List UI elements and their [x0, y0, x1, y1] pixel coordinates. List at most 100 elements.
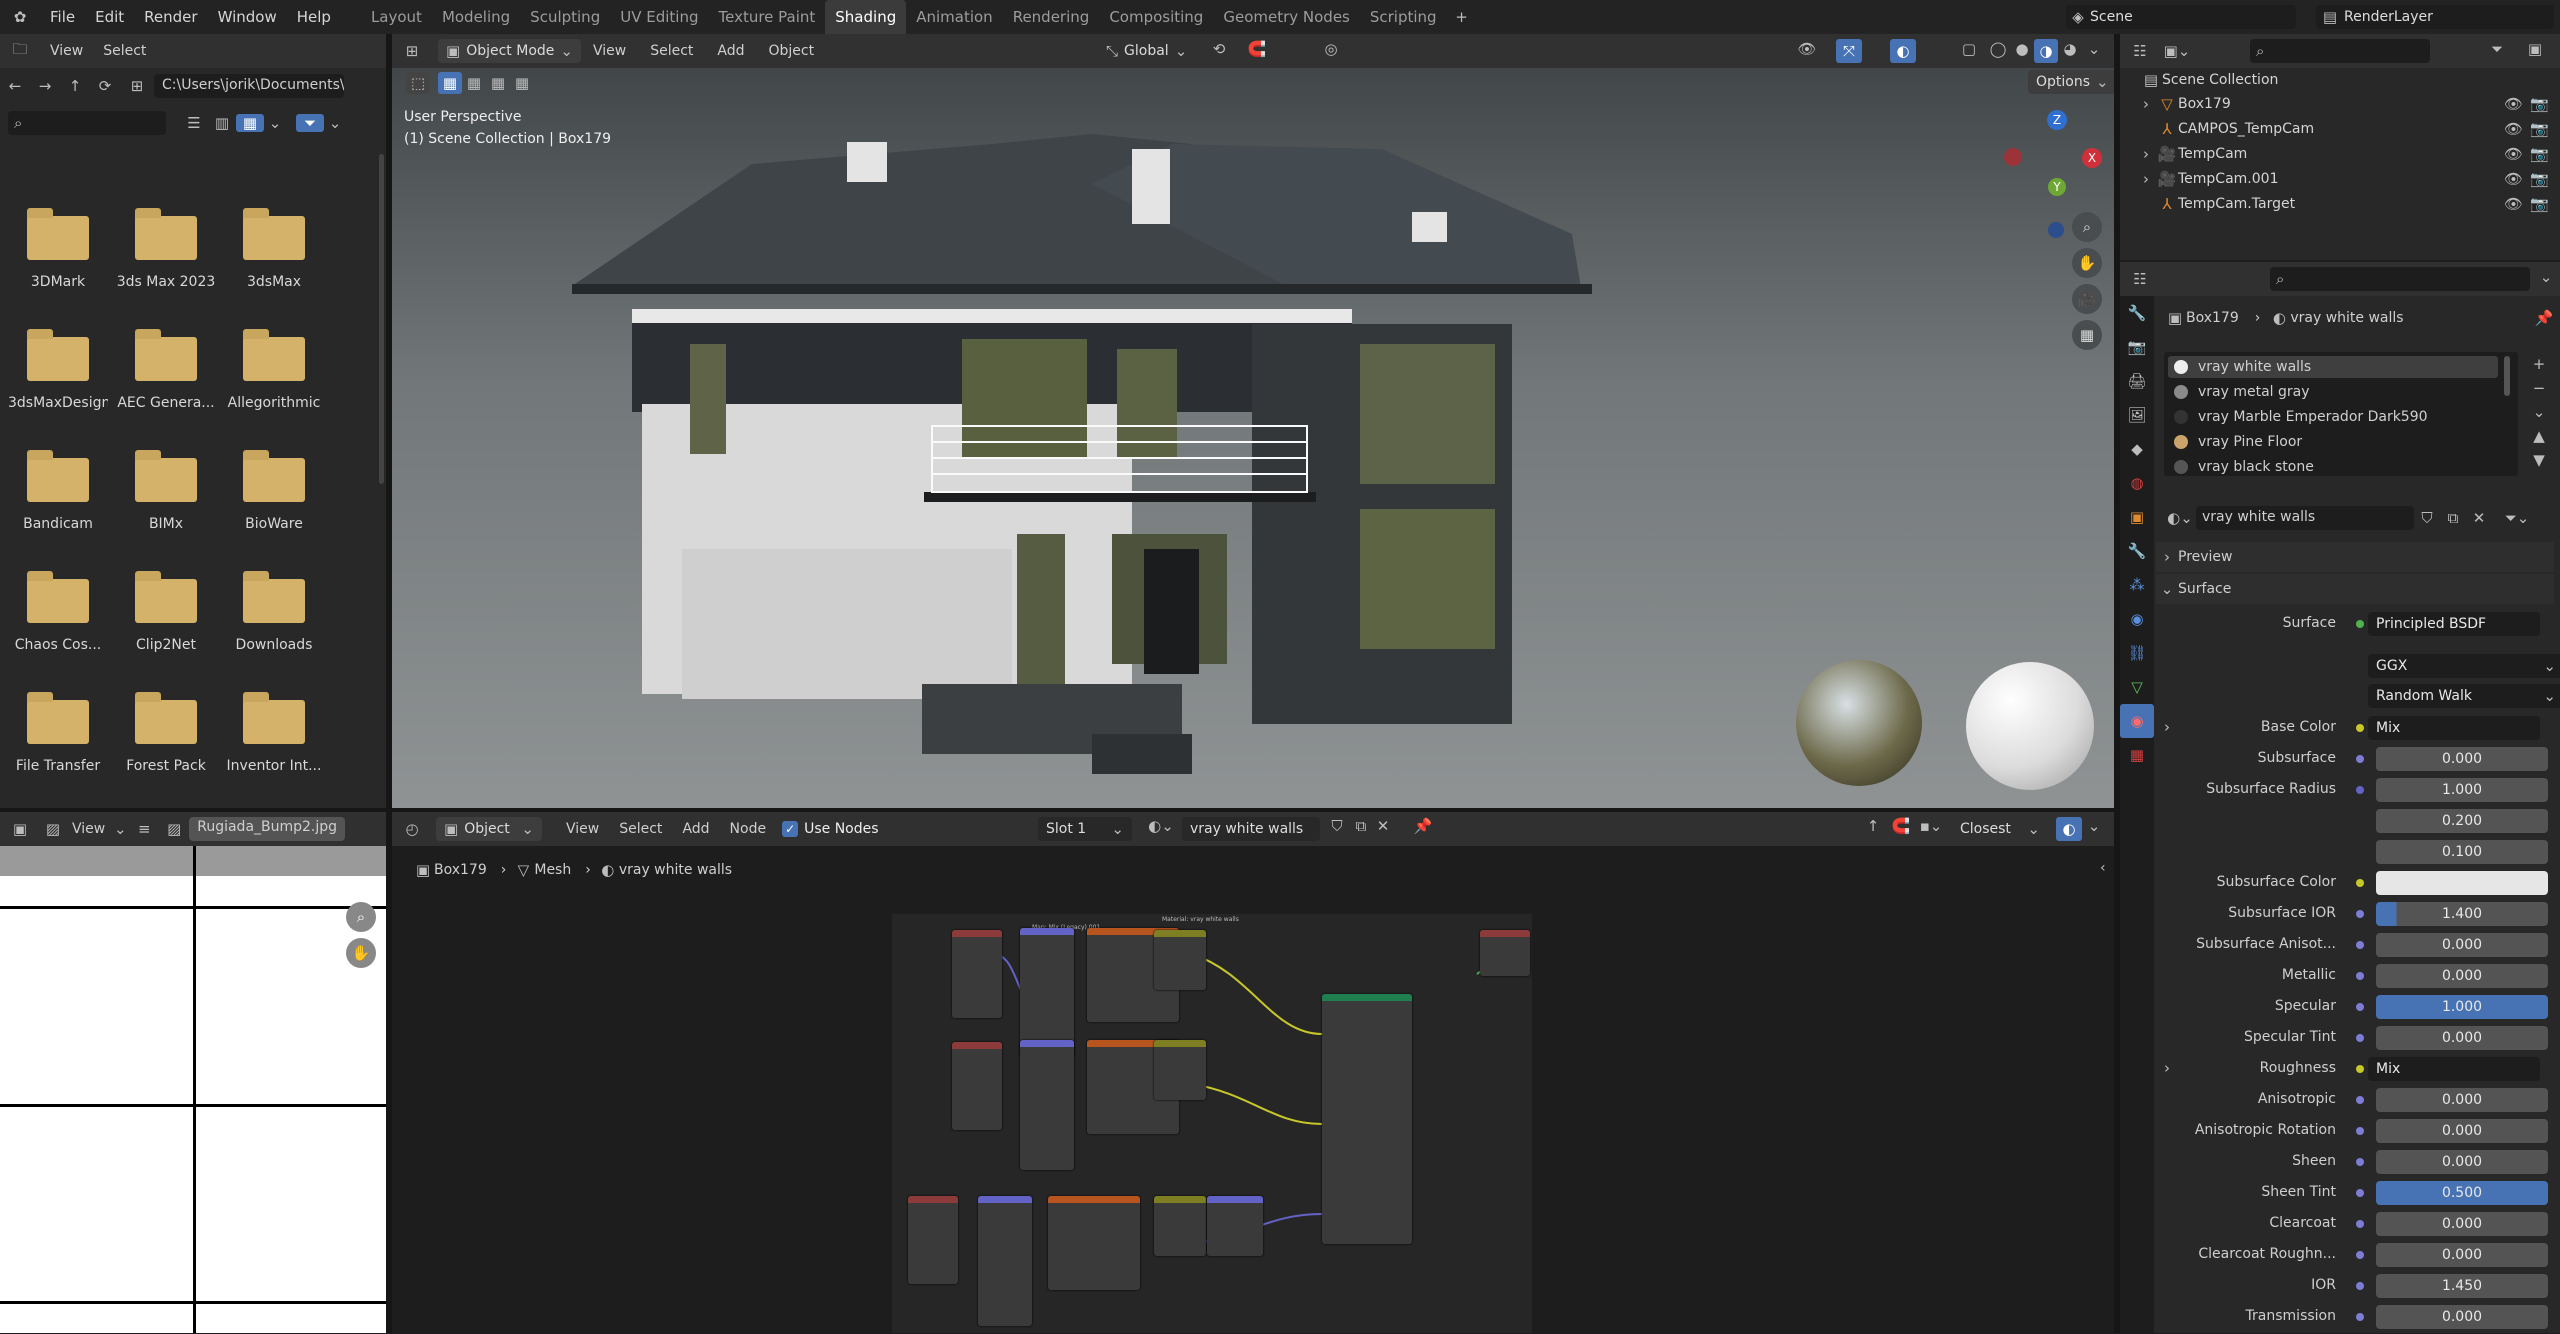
render-camera-icon[interactable]: 📷 — [2530, 120, 2549, 138]
slot-specials-icon[interactable]: ⌄ — [2524, 400, 2554, 424]
folder-item[interactable]: Clip2Net — [116, 571, 216, 653]
use-nodes-checkbox[interactable]: ✓ — [782, 821, 799, 837]
folder-item[interactable]: 3ds Max 2023 — [116, 208, 216, 290]
outliner-item[interactable]: › 🎥 TempCam.001 👁 📷 — [2120, 167, 2560, 191]
bsdf-field-value[interactable]: 1.000 — [2376, 995, 2548, 1019]
node-sidebar-toggle-icon[interactable]: ‹ — [2100, 860, 2106, 876]
bump-node[interactable] — [1207, 1196, 1263, 1256]
tab-geometry-nodes[interactable]: Geometry Nodes — [1213, 0, 1360, 34]
slot-list-scrollbar[interactable] — [2504, 356, 2510, 396]
folder-item[interactable]: 3dsMax — [224, 208, 324, 290]
shader-type-dropdown[interactable]: ▣ Object ⌄ — [436, 817, 542, 841]
material-slot-item[interactable]: vray metal gray — [2168, 381, 2498, 403]
interpolation-dropdown[interactable]: Closest ⌄ — [1952, 817, 2048, 841]
folder-item[interactable]: Downloads — [224, 571, 324, 653]
material-shading-icon[interactable]: ◑ — [2034, 39, 2058, 63]
move-slot-down-icon[interactable]: ▼ — [2524, 448, 2554, 472]
pan-hand-icon[interactable]: ✋ — [346, 938, 376, 968]
mapping-node-3[interactable] — [978, 1196, 1032, 1326]
image-editor-type-icon[interactable]: ▣ — [0, 820, 40, 838]
node-snap-icon[interactable]: 🧲 — [1890, 817, 1912, 835]
pin-icon[interactable]: 📌 — [1412, 817, 1434, 835]
menu-edit[interactable]: Edit — [85, 0, 134, 34]
overlay-chevron-icon[interactable]: ⌄ — [2084, 817, 2104, 835]
select-box-extend-icon[interactable]: ▦ — [462, 74, 486, 92]
principled-bsdf-node[interactable] — [1322, 994, 1412, 1244]
fb-search-input[interactable]: ⌕ — [8, 111, 166, 135]
tab-texture-paint[interactable]: Texture Paint — [708, 0, 825, 34]
viewport-editor-type-icon[interactable]: ⊞ — [392, 42, 432, 60]
folder-item[interactable]: 3DMark — [8, 208, 108, 290]
zoom-icon[interactable]: ⌕ — [346, 902, 376, 932]
folder-item[interactable]: BioWare — [224, 450, 324, 532]
select-box-invert-icon[interactable]: ▦ — [510, 74, 534, 92]
pan-view-icon[interactable]: ✋ — [2072, 248, 2102, 278]
outliner-filter-icon[interactable]: ⏷ — [2482, 40, 2512, 58]
tab-scripting[interactable]: Scripting — [1360, 0, 1447, 34]
image-texture-node-3[interactable] — [1048, 1196, 1140, 1290]
tab-compositing[interactable]: Compositing — [1099, 0, 1213, 34]
scene-selector[interactable]: ◈ Scene — [2066, 5, 2296, 29]
node-frame[interactable]: Material: vray white walls Map: Mix (Leg… — [892, 914, 1532, 1333]
outliner-editor-type-icon[interactable]: ☷ — [2120, 42, 2160, 60]
select-box-subtract-icon[interactable]: ▦ — [486, 74, 510, 92]
bsdf-field-value[interactable]: 1.450 — [2376, 1274, 2548, 1298]
material-browse-icon[interactable]: ◐⌄ — [2164, 509, 2196, 527]
new-folder-icon[interactable]: ⊞ — [120, 77, 154, 95]
object-tab-icon[interactable]: ▣ — [2120, 500, 2154, 534]
ne-menu-view[interactable]: View — [556, 821, 609, 837]
ne-menu-add[interactable]: Add — [672, 821, 719, 837]
output-tab-icon[interactable]: 🖨 — [2120, 364, 2154, 398]
outliner-item[interactable]: ⅄ TempCam.Target 👁 📷 — [2120, 192, 2560, 216]
fb-menu-select[interactable]: Select — [93, 43, 156, 59]
bsdf-field-value[interactable]: Mix — [2368, 1057, 2540, 1081]
image-name-field[interactable]: Rugiada_Bump2.jpg — [189, 817, 346, 841]
bsdf-field-value[interactable]: 0.000 — [2376, 1026, 2548, 1050]
mapping-node[interactable] — [1020, 928, 1074, 1058]
world-tab-icon[interactable]: ◍ — [2120, 466, 2154, 500]
menu-help[interactable]: Help — [287, 0, 341, 34]
bsdf-field-value[interactable]: 1.400 — [2376, 902, 2548, 926]
axis-x-icon[interactable]: X — [2082, 148, 2102, 168]
menu-file[interactable]: File — [40, 0, 85, 34]
ie-menu-view[interactable]: View — [66, 821, 111, 837]
unlink-material-icon[interactable]: ✕ — [2466, 509, 2492, 527]
axis-z-icon[interactable]: Z — [2047, 110, 2067, 130]
material-slot-item[interactable]: vray Marble Emperador Dark590 — [2168, 406, 2498, 428]
parent-dir-icon[interactable]: ↑ — [60, 77, 90, 95]
vp-menu-object[interactable]: Object — [757, 43, 827, 59]
proportional-edit-icon[interactable]: ◎ — [1316, 40, 1346, 58]
properties-search-input[interactable]: ⌕ — [2270, 267, 2530, 291]
horizontal-list-icon[interactable]: ▥ — [208, 114, 236, 132]
material-slot-item[interactable]: vray black stone — [2168, 456, 2498, 478]
back-icon[interactable]: ← — [0, 77, 30, 95]
unlink-material-icon[interactable]: ✕ — [1372, 817, 1394, 835]
ie-view-chevron-icon[interactable]: ⌄ — [111, 820, 129, 838]
mix-node-2[interactable] — [1154, 1040, 1206, 1100]
area-divider[interactable] — [386, 34, 392, 1333]
vertical-list-icon[interactable]: ☰ — [180, 114, 208, 132]
render-camera-icon[interactable]: 📷 — [2530, 195, 2549, 213]
bsdf-field-value[interactable]: 0.200 — [2376, 809, 2548, 833]
options-dropdown[interactable]: Options ⌄ — [2028, 70, 2117, 94]
render-camera-icon[interactable]: 📷 — [2530, 145, 2549, 163]
pin-icon[interactable]: 📌 — [2534, 309, 2554, 327]
bsdf-field-value[interactable]: 0.500 — [2376, 1181, 2548, 1205]
mix-node-3[interactable] — [1154, 1196, 1206, 1256]
path-field[interactable]: C:\Users\jorik\Documents\ — [154, 74, 344, 98]
view-layer-tab-icon[interactable]: 🖼 — [2120, 398, 2154, 432]
visibility-icon[interactable]: 👁 — [1792, 40, 1822, 58]
folder-item[interactable]: Bandicam — [8, 450, 108, 532]
remove-slot-icon[interactable]: − — [2524, 376, 2554, 400]
fb-menu-view[interactable]: View — [40, 43, 93, 59]
bsdf-field-value[interactable]: 1.000 — [2376, 778, 2548, 802]
bsdf-field-value[interactable]: 0.000 — [2376, 1088, 2548, 1112]
expand-chevron-icon[interactable]: › — [2136, 145, 2156, 163]
tab-rendering[interactable]: Rendering — [1003, 0, 1100, 34]
pivot-icon[interactable]: ⟲ — [1204, 40, 1234, 58]
scene-collection-row[interactable]: ▤ Scene Collection — [2140, 68, 2396, 92]
snap-target-icon[interactable]: ▪⌄ — [1916, 817, 1946, 835]
view-layer-selector[interactable]: ▤ RenderLayer — [2316, 5, 2554, 29]
bsdf-field-value[interactable]: 0.000 — [2376, 1305, 2548, 1329]
camera-view-icon[interactable]: 🎥 — [2072, 284, 2102, 314]
